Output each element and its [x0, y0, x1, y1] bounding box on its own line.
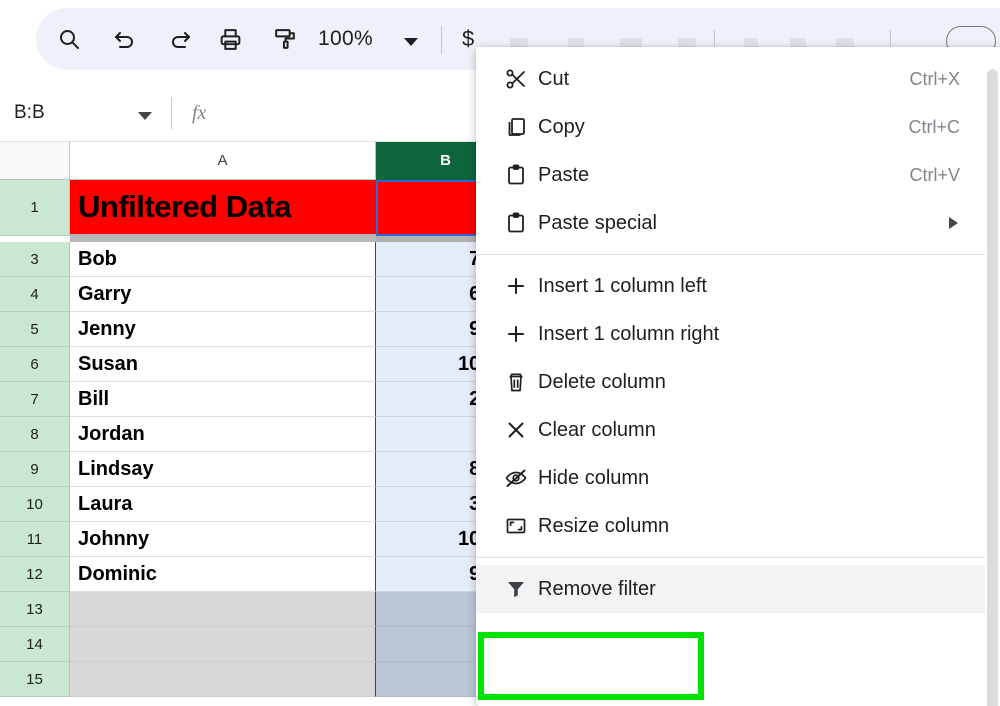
- menu-item-clear-column[interactable]: Clear column: [476, 406, 1000, 454]
- row-header-6[interactable]: 6: [0, 347, 70, 382]
- trash-icon: [504, 370, 538, 394]
- row-header-4[interactable]: 4: [0, 277, 70, 312]
- cell-a15[interactable]: [70, 662, 376, 697]
- menu-item-remove-filter[interactable]: Remove filter: [476, 565, 1000, 613]
- menu-item-copy[interactable]: Copy Ctrl+C: [476, 103, 1000, 151]
- row-header-12[interactable]: 12: [0, 557, 70, 592]
- filter-icon: [504, 577, 538, 601]
- cell-a7[interactable]: Bill: [70, 382, 376, 417]
- eye-off-icon: [504, 466, 538, 490]
- menu-item-insert-column-right[interactable]: Insert 1 column right: [476, 310, 1000, 358]
- column-context-menu: Cut Ctrl+X Copy Ctrl+C Paste Ctrl+V Paste spec…: [476, 47, 1000, 706]
- undo-icon[interactable]: [108, 22, 142, 56]
- cell-a6[interactable]: Susan: [70, 347, 376, 382]
- menu-item-label: Clear column: [538, 418, 656, 441]
- cell-a14[interactable]: [70, 627, 376, 662]
- cell-a1[interactable]: Unfiltered Data: [70, 180, 376, 236]
- menu-item-label: Delete column: [538, 370, 666, 393]
- plus-icon: [504, 322, 538, 346]
- cell-a13[interactable]: [70, 592, 376, 627]
- menu-item-cut[interactable]: Cut Ctrl+X: [476, 55, 1000, 103]
- cell-a4[interactable]: Garry: [70, 277, 376, 312]
- plus-icon: [504, 274, 538, 298]
- row-header-7[interactable]: 7: [0, 382, 70, 417]
- context-menu-body: Cut Ctrl+X Copy Ctrl+C Paste Ctrl+V Paste spec…: [476, 47, 1000, 613]
- menu-item-label: Resize column: [538, 514, 670, 537]
- cell-a3[interactable]: Bob: [70, 242, 376, 277]
- select-all-corner[interactable]: [0, 142, 70, 180]
- copy-icon: [504, 115, 538, 139]
- cell-a10[interactable]: Laura: [70, 487, 376, 522]
- row-header-11[interactable]: 11: [0, 522, 70, 557]
- row-header-10[interactable]: 10: [0, 487, 70, 522]
- row-header-5[interactable]: 5: [0, 312, 70, 347]
- menu-item-paste-special[interactable]: Paste special: [476, 199, 1000, 247]
- cell-a9[interactable]: Lindsay: [70, 452, 376, 487]
- row-header-9[interactable]: 9: [0, 452, 70, 487]
- menu-item-label: Paste: [538, 163, 590, 186]
- menu-item-paste[interactable]: Paste Ctrl+V: [476, 151, 1000, 199]
- close-x-icon: [504, 418, 538, 442]
- resize-icon: [504, 514, 538, 538]
- toolbar-divider: [441, 26, 442, 54]
- function-icon[interactable]: fx: [192, 102, 206, 125]
- menu-item-label: Paste special: [538, 211, 657, 234]
- row-header-1[interactable]: 1: [0, 180, 70, 236]
- row-header-14[interactable]: 14: [0, 627, 70, 662]
- zoom-level-label[interactable]: 100%: [318, 27, 373, 51]
- toolbar-divider: [890, 30, 891, 46]
- menu-item-hide-column[interactable]: Hide column: [476, 454, 1000, 502]
- clipboard-icon: [504, 211, 538, 235]
- menu-item-delete-column[interactable]: Delete column: [476, 358, 1000, 406]
- row-header-15[interactable]: 15: [0, 662, 70, 697]
- context-menu-scrollbar[interactable]: [985, 55, 1000, 706]
- name-box[interactable]: B:B: [14, 102, 144, 129]
- clipboard-icon: [504, 163, 538, 187]
- menu-item-shortcut: Ctrl+X: [909, 68, 960, 89]
- column-header-a[interactable]: A: [70, 142, 376, 180]
- chevron-right-icon: [949, 217, 958, 229]
- toolbar-divider: [714, 30, 715, 46]
- menu-item-label: Insert 1 column right: [538, 322, 720, 345]
- menu-divider: [476, 557, 1000, 558]
- menu-item-label: Cut: [538, 67, 570, 90]
- menu-item-shortcut: Ctrl+C: [908, 116, 960, 137]
- cell-a11[interactable]: Johnny: [70, 522, 376, 557]
- search-icon[interactable]: [52, 22, 86, 56]
- menu-item-label: Copy: [538, 115, 585, 138]
- row-header-13[interactable]: 13: [0, 592, 70, 627]
- menu-item-label: Insert 1 column left: [538, 274, 707, 297]
- scrollbar-thumb[interactable]: [987, 69, 998, 706]
- row-header-8[interactable]: 8: [0, 417, 70, 452]
- menu-item-shortcut: Ctrl+V: [909, 164, 960, 185]
- redo-icon[interactable]: [163, 22, 197, 56]
- cell-a8[interactable]: Jordan: [70, 417, 376, 452]
- cell-a12[interactable]: Dominic: [70, 557, 376, 592]
- menu-divider: [476, 254, 1000, 255]
- scissors-icon: [504, 67, 538, 91]
- chevron-down-icon[interactable]: [404, 38, 418, 46]
- row-header-3[interactable]: 3: [0, 242, 70, 277]
- menu-item-label: Remove filter: [538, 577, 656, 600]
- chevron-down-icon[interactable]: [138, 112, 152, 120]
- menu-item-insert-column-left[interactable]: Insert 1 column left: [476, 262, 1000, 310]
- formula-bar-divider: [171, 97, 172, 129]
- menu-item-label: Hide column: [538, 466, 650, 489]
- menu-item-resize-column[interactable]: Resize column: [476, 502, 1000, 550]
- currency-format-button[interactable]: $: [462, 26, 474, 52]
- cell-a5[interactable]: Jenny: [70, 312, 376, 347]
- print-icon[interactable]: [213, 22, 247, 56]
- paint-format-icon[interactable]: [268, 22, 302, 56]
